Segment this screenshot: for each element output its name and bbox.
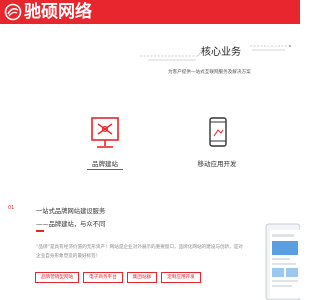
tag-custom-app-dev[interactable]: 定制应用开发	[161, 272, 201, 283]
core-business-subtitle: 为客户提供一站式互联网服务及解决方案	[168, 70, 251, 75]
tag-group-sites[interactable]: 集团站群	[126, 272, 158, 283]
accent-bar	[36, 230, 44, 232]
feature-subtitle: ——品牌建站，与众不同	[36, 221, 106, 228]
active-underline	[87, 169, 123, 170]
tablet-illustration	[265, 223, 300, 300]
logo-mark-icon	[4, 3, 22, 21]
service-mobile-app[interactable]: 移动应用开发	[182, 106, 252, 176]
mobile-phone-icon	[209, 117, 227, 147]
tag-ecommerce-platform[interactable]: 电子商务平台	[83, 272, 123, 283]
tag-brand-marketing-site[interactable]: 品牌营销型网站	[35, 272, 80, 283]
service-brand-website[interactable]: 品牌建站	[70, 106, 140, 176]
core-business-title: 核心业务	[201, 47, 241, 58]
service-label: 移动应用开发	[197, 160, 237, 168]
feature-number: 01	[8, 205, 15, 211]
service-label: 品牌建站	[92, 160, 118, 168]
logo[interactable]: 驰硕网络	[4, 2, 92, 22]
logo-text: 驰硕网络	[24, 2, 92, 22]
feature-tags: 品牌营销型网站 电子商务平台 集团站群 定制应用开发	[35, 272, 201, 283]
feature-description: “品牌”是具有经济价值的无形资产！网站是企业对外展示的重要窗口，品牌化网站的建设…	[36, 245, 243, 259]
top-header: 驰硕网络	[0, 0, 300, 24]
monitor-icon	[91, 117, 119, 148]
feature-title: 一站式品牌网站建设服务	[36, 208, 106, 215]
